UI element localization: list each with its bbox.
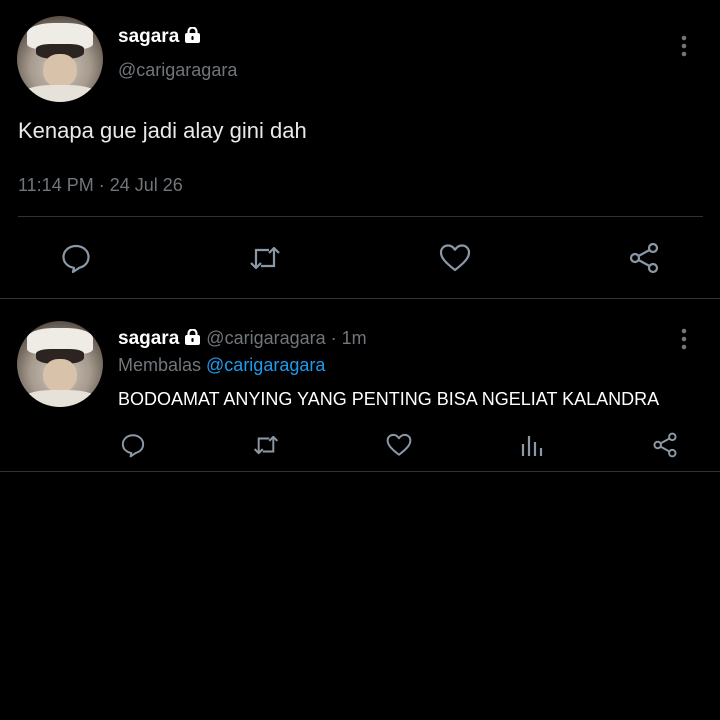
divider (0, 471, 720, 472)
timestamp[interactable]: 11:14 PM · 24 Jul 26 (18, 175, 183, 196)
avatar[interactable] (17, 16, 103, 102)
replying-to: Membalas @carigaragara (118, 355, 325, 376)
share-icon[interactable] (650, 430, 680, 460)
reply-icon[interactable] (118, 430, 148, 460)
avatar[interactable] (17, 321, 103, 407)
display-name[interactable]: sagara (118, 26, 201, 50)
replying-to-link[interactable]: @carigaragara (206, 355, 325, 375)
more-vertical-icon[interactable] (674, 327, 694, 351)
lock-icon (184, 328, 201, 351)
tweet-text: BODOAMAT ANYING YANG PENTING BISA NGELIA… (118, 389, 660, 409)
display-name-label: sagara (118, 26, 180, 47)
main-tweet: sagara @carigaragara Kenapa gue jadi ala… (0, 0, 720, 300)
more-vertical-icon[interactable] (674, 34, 694, 58)
divider (18, 216, 703, 217)
retweet-icon[interactable] (247, 240, 283, 276)
display-name[interactable]: sagara (118, 328, 179, 349)
replying-prefix: Membalas (118, 355, 207, 375)
handle[interactable]: @carigaragara (118, 60, 237, 81)
views-icon[interactable] (517, 430, 547, 460)
share-icon[interactable] (626, 240, 662, 276)
like-icon[interactable] (384, 430, 414, 460)
divider (0, 298, 720, 299)
like-icon[interactable] (437, 240, 473, 276)
reply-header: sagara @carigaragara · 1m (118, 328, 367, 351)
time-separator: · (325, 328, 342, 348)
handle[interactable]: @carigaragara (206, 328, 325, 348)
reply-icon[interactable] (58, 240, 94, 276)
retweet-icon[interactable] (251, 430, 281, 460)
tweet-age[interactable]: 1m (342, 328, 367, 348)
lock-icon (184, 26, 201, 50)
tweet-text: Kenapa gue jadi alay gini dah (18, 118, 307, 143)
